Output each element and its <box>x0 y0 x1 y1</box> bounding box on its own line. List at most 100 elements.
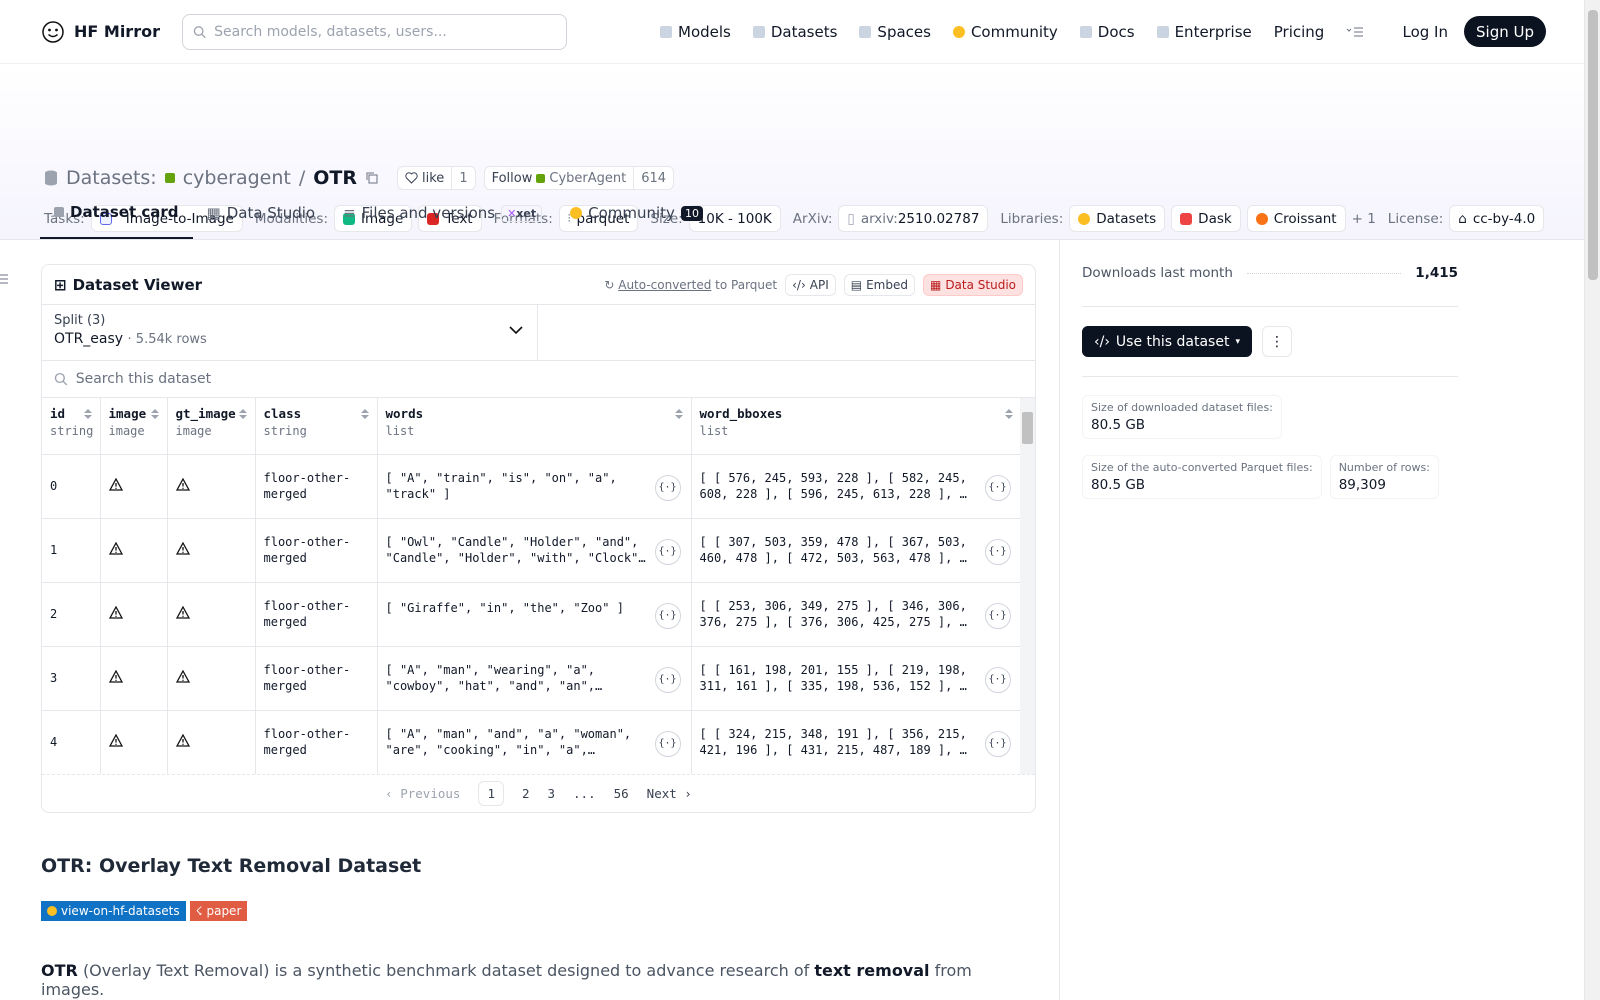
expand-json-icon[interactable]: {·} <box>984 666 1011 693</box>
table-row[interactable]: 4 floor-other-merged[ "A", "man", "and", … <box>42 710 1022 774</box>
sidebar-column: Downloads last month 1,415 ‹/› Use this d… <box>1060 240 1480 1000</box>
nav-datasets-label: Datasets <box>770 23 838 41</box>
global-search-input[interactable] <box>214 23 556 40</box>
tab-data-studio[interactable]: ▦ Data Studio <box>193 199 330 239</box>
sort-icon[interactable] <box>1004 408 1013 420</box>
page-56-button[interactable]: 56 <box>614 786 629 801</box>
expand-json-icon[interactable]: {·} <box>654 474 681 501</box>
split-selector[interactable]: Split (3) OTR_easy · 5.54k rows <box>42 305 538 360</box>
follow-button[interactable]: Follow CyberAgent 614 <box>483 166 675 190</box>
column-header-gt_image[interactable]: gt_image image <box>167 398 256 455</box>
auto-converted-link[interactable]: Auto-converted <box>618 278 711 292</box>
copy-icon[interactable] <box>365 171 379 185</box>
expand-json-icon[interactable]: {·} <box>654 602 681 629</box>
column-header-class[interactable]: class string <box>255 398 378 455</box>
expand-json-icon[interactable]: {·} <box>984 730 1011 757</box>
next-page-button[interactable]: Next › <box>647 786 692 801</box>
cell-image[interactable] <box>100 710 168 774</box>
brand-logo[interactable]: HF Mirror <box>40 19 160 45</box>
hf-logo-icon <box>42 20 64 43</box>
library-datasets-chip[interactable]: Datasets <box>1069 205 1166 232</box>
table-scrollbar-thumb[interactable] <box>1022 412 1033 444</box>
nav-datasets[interactable]: Datasets <box>752 23 838 41</box>
column-header-id[interactable]: id string <box>42 398 101 455</box>
cell-gt-image[interactable] <box>167 454 256 519</box>
cell-image[interactable] <box>100 582 168 647</box>
owner-link[interactable]: cyberagent <box>183 167 291 189</box>
column-header-image[interactable]: image image <box>100 398 168 455</box>
more-options-button[interactable]: ⋮ <box>1261 326 1292 357</box>
nav-pricing[interactable]: Pricing <box>1274 23 1325 41</box>
warning-icon <box>108 541 123 555</box>
dataset-search-input[interactable] <box>75 371 1023 387</box>
tab-dataset-card[interactable]: Dataset card <box>40 199 193 239</box>
expand-json-icon[interactable]: {·} <box>654 730 681 757</box>
table-row[interactable]: 1 floor-other-merged[ "Owl", "Candle", "H… <box>42 518 1022 583</box>
expand-json-icon[interactable]: {·} <box>984 538 1011 565</box>
expand-json-icon[interactable]: {·} <box>984 474 1011 501</box>
like-button[interactable]: like 1 <box>397 166 476 190</box>
login-link[interactable]: Log In <box>1403 23 1449 41</box>
nav-spaces[interactable]: Spaces <box>859 23 931 41</box>
paper-badge[interactable]: ☇ paper <box>189 901 248 921</box>
column-header-words[interactable]: words list <box>377 398 692 455</box>
cell-gt-image[interactable] <box>167 646 256 711</box>
cell-image[interactable] <box>100 518 168 583</box>
page-3-button[interactable]: 3 <box>548 786 556 801</box>
arxiv-chip[interactable]: ▯ arxiv: 2510.02787 <box>838 205 989 232</box>
previous-page-button[interactable]: ‹ Previous <box>385 786 460 801</box>
expand-json-icon[interactable]: {·} <box>654 666 681 693</box>
dataset-search[interactable] <box>42 361 1035 398</box>
expand-json-icon[interactable]: {·} <box>984 602 1011 629</box>
expand-json-icon[interactable]: {·} <box>654 538 681 565</box>
tab-files-versions[interactable]: ≡ Files and versions ✕xet <box>329 199 556 239</box>
sidebar-toggle-icon[interactable] <box>0 272 10 288</box>
sort-icon[interactable] <box>83 408 92 420</box>
page-2-button[interactable]: 2 <box>522 786 530 801</box>
table-row[interactable]: 0 floor-other-merged[ "A", "train", "is",… <box>42 454 1022 519</box>
dataset-tabs: Dataset card ▦ Data Studio ≡ Files and ver… <box>40 199 717 239</box>
nav-community[interactable]: Community <box>952 23 1058 41</box>
global-search[interactable] <box>181 13 567 50</box>
table-row[interactable]: 2 floor-other-merged[ "Giraffe", "in", "t… <box>42 582 1022 647</box>
nav-docs[interactable]: Docs <box>1079 23 1135 41</box>
page-scrollbar-thumb[interactable] <box>1588 10 1598 280</box>
view-on-hf-badge[interactable]: view-on-hf-datasets <box>41 901 186 921</box>
signup-button[interactable]: Sign Up <box>1464 16 1546 47</box>
viewer-title: Dataset Viewer <box>72 275 203 294</box>
cell-image[interactable] <box>100 646 168 711</box>
sort-icon[interactable] <box>360 408 369 420</box>
column-header-word_bboxes[interactable]: word_bboxes list <box>691 398 1022 455</box>
license-chip[interactable]: ⌂ cc-by-4.0 <box>1449 205 1545 232</box>
cell-gt-image[interactable] <box>167 582 256 647</box>
tab-community[interactable]: Community 10 <box>556 199 717 239</box>
table-scrollbar[interactable] <box>1020 398 1035 774</box>
data-studio-label: Data Studio <box>945 277 1016 292</box>
cell-gt-image[interactable] <box>167 710 256 774</box>
auto-converted-info[interactable]: ↻ Auto-converted to Parquet <box>604 278 777 292</box>
api-label: API <box>809 277 829 292</box>
data-studio-button[interactable]: ▦ Data Studio <box>922 273 1023 296</box>
page-scrollbar[interactable] <box>1584 0 1600 1000</box>
libraries-more[interactable]: + 1 <box>1352 211 1376 227</box>
table-row[interactable]: 3 floor-other-merged[ "A", "man", "wearin… <box>42 646 1022 711</box>
page-1-button[interactable]: 1 <box>478 781 504 806</box>
use-this-dataset-button[interactable]: ‹/› Use this dataset ▾ <box>1082 326 1252 357</box>
library-croissant-chip[interactable]: Croissant <box>1246 205 1346 232</box>
cell-image[interactable] <box>100 454 168 519</box>
library-dask-chip[interactable]: Dask <box>1171 205 1241 232</box>
api-button[interactable]: ‹/› API <box>785 273 836 296</box>
sort-icon[interactable] <box>674 408 683 420</box>
nav-models[interactable]: Models <box>660 23 731 41</box>
embed-button[interactable]: ▤ Embed <box>843 273 915 296</box>
nav-more-menu[interactable] <box>1346 26 1364 38</box>
sort-icon[interactable] <box>238 408 247 420</box>
split-rows: 5.54k rows <box>135 332 207 347</box>
enterprise-icon <box>1156 26 1169 38</box>
card-title: OTR: Overlay Text Removal Dataset <box>41 855 422 877</box>
intro-bold: text removal <box>814 961 930 980</box>
sort-icon[interactable] <box>150 408 159 420</box>
nav-enterprise[interactable]: Enterprise <box>1156 23 1252 41</box>
cell-gt-image[interactable] <box>167 518 256 583</box>
hf-face-icon <box>1078 212 1091 225</box>
